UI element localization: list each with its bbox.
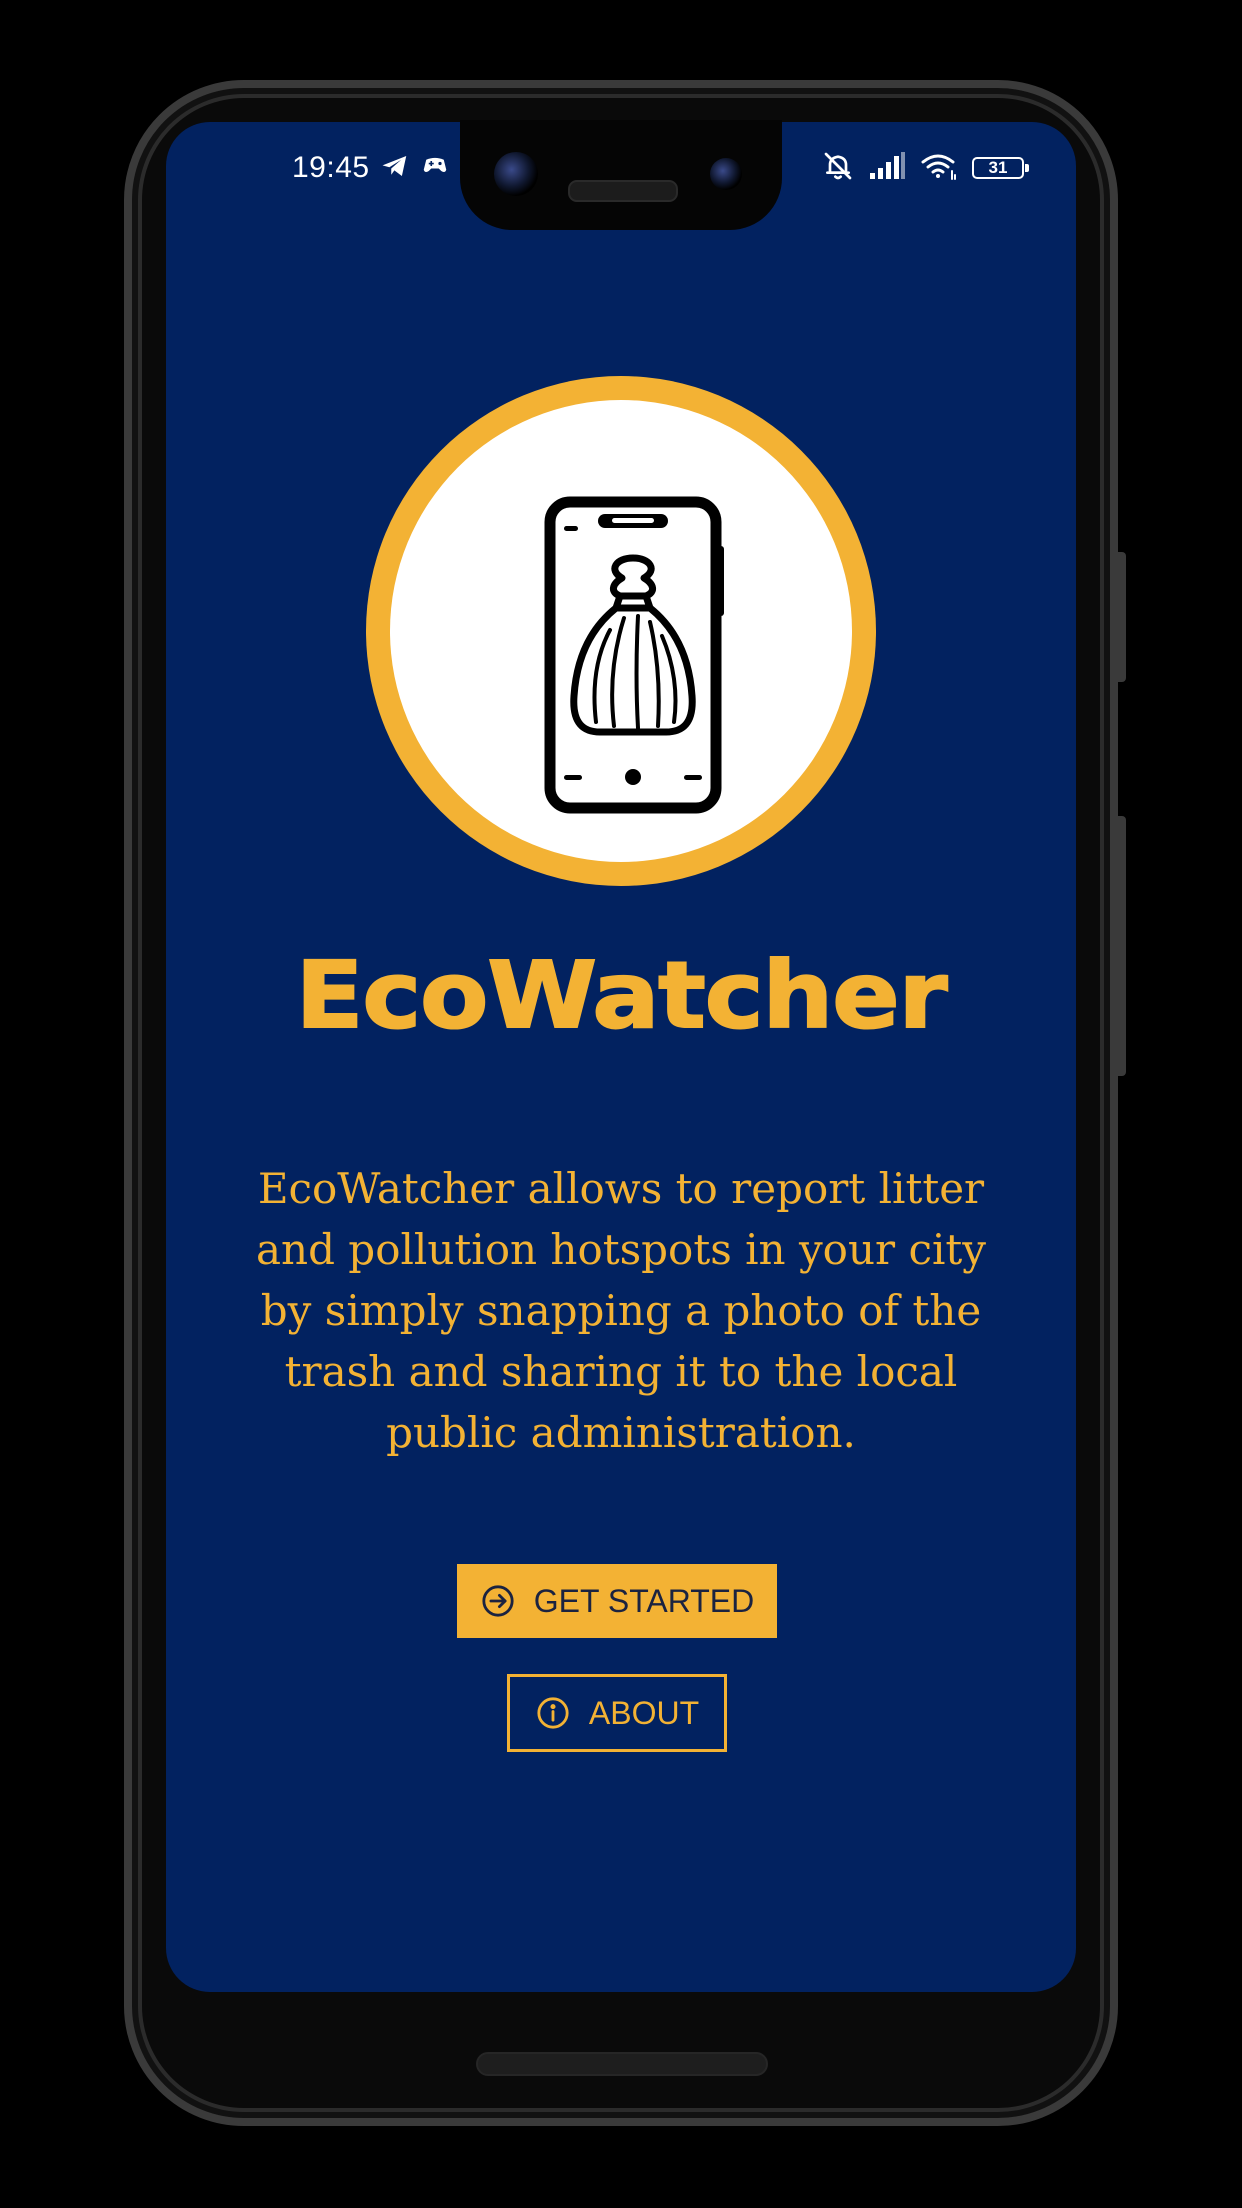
earpiece-speaker: [568, 180, 678, 202]
logo-background: [390, 400, 852, 862]
sensor: [710, 158, 742, 190]
telegram-icon: [380, 151, 410, 185]
power-button: [1118, 552, 1126, 682]
battery-icon: 31: [972, 157, 1029, 179]
app-logo: [366, 376, 876, 886]
about-button[interactable]: ABOUT: [507, 1674, 727, 1752]
phone-with-trash-bag-icon: [540, 496, 730, 830]
device-mockup: 19:45 31 EcoWatcher EcoWatcher allows to…: [0, 0, 1242, 2208]
wifi-icon: [920, 151, 958, 185]
status-bar-right: 31: [822, 148, 1029, 188]
get-started-button[interactable]: GET STARTED: [457, 1564, 777, 1638]
app-description: EcoWatcher allows to report litter and p…: [255, 1164, 987, 1457]
status-time: 19:45: [292, 151, 370, 184]
arrow-circle-right-icon: [480, 1583, 516, 1619]
get-started-label: GET STARTED: [533, 1582, 755, 1619]
status-bar-left: 19:45: [292, 148, 450, 188]
game-controller-icon: [420, 151, 450, 185]
app-title: EcoWatcher: [294, 942, 948, 1049]
home-indicator: [476, 2052, 768, 2076]
signal-icon: [868, 151, 906, 185]
info-circle-icon: [535, 1695, 571, 1731]
bell-off-icon: [822, 150, 854, 186]
front-camera: [494, 152, 538, 196]
about-label: ABOUT: [588, 1694, 700, 1731]
